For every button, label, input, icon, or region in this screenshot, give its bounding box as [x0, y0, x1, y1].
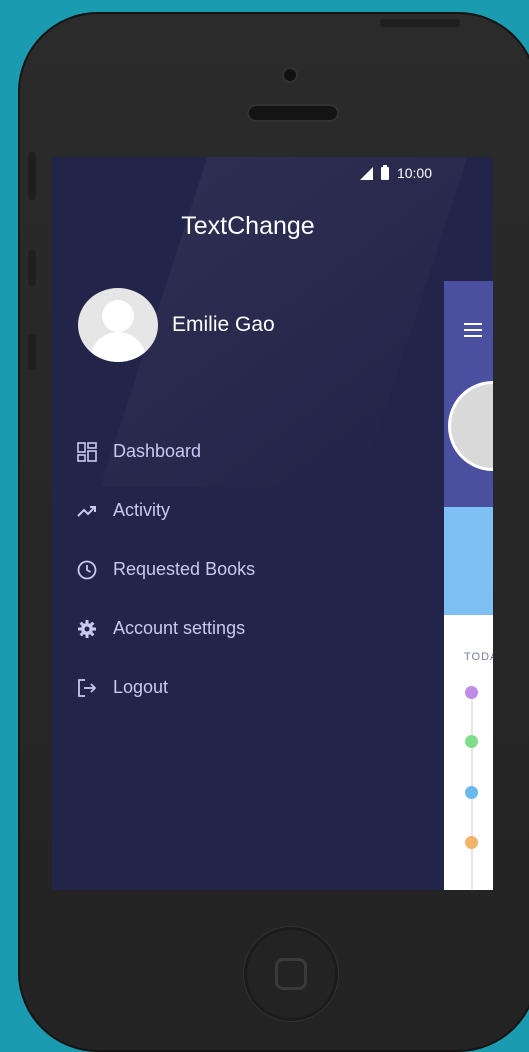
hamburger-menu-icon[interactable]: [464, 323, 482, 341]
front-camera: [284, 69, 296, 81]
drawer-menu: Dashboard Activity Requested Books Accou…: [76, 422, 255, 717]
logout-icon: [76, 677, 98, 699]
trend-icon: [76, 500, 98, 522]
power-button: [380, 19, 460, 27]
background-accent-band: [444, 507, 493, 615]
earpiece-speaker: [247, 104, 339, 122]
status-time: 10:00: [396, 165, 432, 181]
menu-item-label: Account settings: [113, 618, 246, 638]
menu-item-label: Requested Books: [113, 559, 256, 579]
mute-switch: [28, 152, 36, 200]
user-name: Emilie Gao: [172, 313, 275, 336]
avatar: [78, 288, 158, 362]
menu-item-activity[interactable]: Activity: [76, 481, 255, 540]
gear-icon: [76, 618, 98, 640]
menu-item-requested-books[interactable]: Requested Books: [76, 540, 255, 599]
clock-icon: [76, 559, 98, 581]
menu-item-label: Logout: [113, 677, 169, 697]
menu-item-dashboard[interactable]: Dashboard: [76, 422, 255, 481]
home-button[interactable]: [244, 927, 338, 1021]
volume-down-button: [28, 334, 36, 370]
menu-item-label: Activity: [113, 500, 171, 520]
timeline-dot: [465, 686, 478, 699]
avatar-head-icon: [102, 300, 134, 332]
volume-up-button: [28, 250, 36, 286]
status-bar: 10:00: [359, 164, 432, 181]
user-profile[interactable]: Emilie Gao: [78, 288, 275, 362]
menu-item-label: Dashboard: [113, 441, 202, 461]
background-header: [444, 281, 493, 507]
avatar-body-icon: [90, 332, 146, 362]
timeline-dot: [465, 786, 478, 799]
navigation-drawer: 10:00 TextChange Emilie Gao Dashboard Ac…: [52, 157, 484, 890]
menu-item-account-settings[interactable]: Account settings: [76, 599, 255, 658]
timeline-dot: [465, 735, 478, 748]
background-app: TODA: [444, 281, 493, 890]
signal-icon: [359, 166, 373, 180]
app-title: TextChange: [181, 212, 315, 240]
battery-icon: [380, 164, 389, 180]
dashboard-grid-icon: [76, 441, 98, 463]
timeline-dot: [465, 836, 478, 849]
today-label: TODA: [464, 651, 493, 663]
home-square-icon: [275, 958, 307, 990]
background-avatar: [448, 381, 493, 471]
screen: TODA 10:00 TextChange Emilie Gao: [52, 157, 493, 890]
menu-item-logout[interactable]: Logout: [76, 658, 255, 717]
